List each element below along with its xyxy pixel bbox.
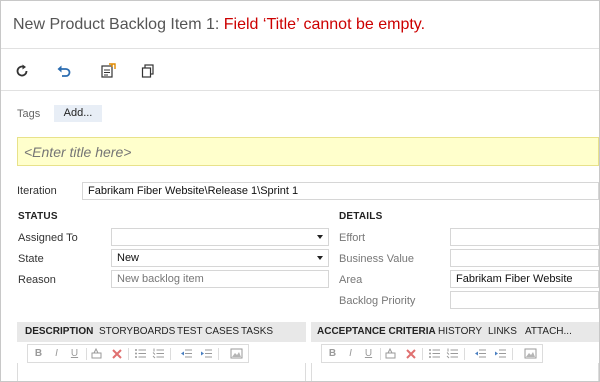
assigned-to-label: Assigned To xyxy=(18,232,78,244)
bold-button[interactable]: B xyxy=(32,347,45,360)
tab-links[interactable]: LINKS xyxy=(488,326,517,337)
insert-image-button[interactable] xyxy=(230,347,243,360)
italic-button[interactable]: I xyxy=(344,347,357,360)
tab-acceptance-criteria[interactable]: ACCEPTANCE CRITERIA xyxy=(317,326,436,337)
numbered-list-icon xyxy=(152,348,164,359)
bullet-list-icon xyxy=(429,349,440,358)
toolbar-divider xyxy=(380,348,381,360)
clear-format-button[interactable] xyxy=(404,347,417,360)
toolbar-divider xyxy=(1,90,599,91)
indent-button[interactable] xyxy=(494,347,507,360)
toolbar-divider xyxy=(512,348,513,360)
description-editor[interactable] xyxy=(17,363,306,381)
highlight-button[interactable] xyxy=(385,347,398,360)
underline-button[interactable]: U xyxy=(68,347,81,360)
title-input[interactable] xyxy=(17,137,599,166)
clear-format-button[interactable] xyxy=(110,347,123,360)
area-field[interactable]: Fabrikam Fiber Website xyxy=(450,270,599,288)
state-dropdown[interactable]: New xyxy=(111,249,329,267)
indent-icon xyxy=(495,349,506,358)
iteration-label: Iteration xyxy=(17,185,57,197)
tab-storyboards[interactable]: STORYBOARDS xyxy=(99,326,175,337)
toolbar-divider xyxy=(86,348,87,360)
undo-icon xyxy=(57,65,71,77)
numbered-list-button[interactable] xyxy=(152,347,165,360)
backlog-priority-field[interactable] xyxy=(450,291,599,309)
state-value: New xyxy=(117,252,140,264)
left-tabstrip: DESCRIPTION STORYBOARDS TEST CASES TASKS xyxy=(17,322,306,342)
tab-test-cases[interactable]: TEST CASES xyxy=(177,326,239,337)
save-and-close-button[interactable] xyxy=(97,60,119,82)
refresh-icon xyxy=(16,64,28,77)
copy-button[interactable] xyxy=(137,60,159,82)
bullet-list-button[interactable] xyxy=(134,347,147,360)
tab-tasks[interactable]: TASKS xyxy=(241,326,273,337)
highlight-icon xyxy=(385,347,396,359)
bold-button[interactable]: B xyxy=(326,347,339,360)
title-divider xyxy=(1,48,599,49)
area-label: Area xyxy=(339,274,363,286)
reason-label: Reason xyxy=(18,274,56,286)
italic-button[interactable]: I xyxy=(50,347,63,360)
copy-icon xyxy=(141,64,154,78)
indent-icon xyxy=(201,349,212,358)
toolbar-divider xyxy=(422,348,423,360)
effort-field[interactable] xyxy=(450,228,599,246)
indent-button[interactable] xyxy=(200,347,213,360)
details-heading: DETAILS xyxy=(339,211,383,222)
numbered-list-button[interactable] xyxy=(446,347,459,360)
form-title-error: Field ‘Title’ cannot be empty. xyxy=(223,16,426,33)
outdent-icon xyxy=(475,349,486,358)
save-icon xyxy=(101,63,116,78)
work-item-form: New Product Backlog Item 1: Field ‘Title… xyxy=(0,0,600,382)
tab-attachments[interactable]: ATTACH... xyxy=(525,326,572,337)
description-editor-toolbar: B I U xyxy=(27,344,249,363)
insert-image-button[interactable] xyxy=(524,347,537,360)
toolbar-divider xyxy=(170,348,171,360)
numbered-list-icon xyxy=(446,348,458,359)
chevron-down-icon xyxy=(317,256,323,260)
acceptance-criteria-editor[interactable] xyxy=(311,363,599,381)
highlight-icon xyxy=(91,347,102,359)
outdent-button[interactable] xyxy=(180,347,193,360)
highlight-button[interactable] xyxy=(91,347,104,360)
add-tag-button[interactable]: Add... xyxy=(54,105,102,122)
iteration-field[interactable]: Fabrikam Fiber Website\Release 1\Sprint … xyxy=(82,182,599,200)
tab-description[interactable]: DESCRIPTION xyxy=(25,326,93,337)
tags-label: Tags xyxy=(17,108,41,120)
image-icon xyxy=(230,348,243,359)
business-value-field[interactable] xyxy=(450,249,599,267)
underline-button[interactable]: U xyxy=(362,347,375,360)
business-value-label: Business Value xyxy=(339,253,415,265)
chevron-down-icon xyxy=(317,235,323,239)
status-heading: STATUS xyxy=(18,211,58,222)
bullet-list-button[interactable] xyxy=(428,347,441,360)
toolbar-divider xyxy=(464,348,465,360)
tab-history[interactable]: HISTORY xyxy=(438,326,482,337)
close-icon xyxy=(405,348,416,359)
form-title: New Product Backlog Item 1: Field ‘Title… xyxy=(13,16,425,34)
acceptance-editor-toolbar: B I U xyxy=(321,344,543,363)
refresh-button[interactable] xyxy=(11,60,33,82)
assigned-to-dropdown[interactable] xyxy=(111,228,329,246)
outdent-icon xyxy=(181,349,192,358)
backlog-priority-label: Backlog Priority xyxy=(339,295,416,307)
toolbar-divider xyxy=(128,348,129,360)
close-icon xyxy=(111,348,122,359)
state-label: State xyxy=(18,253,44,265)
outdent-button[interactable] xyxy=(474,347,487,360)
form-title-prefix: New Product Backlog Item 1: xyxy=(13,16,220,33)
bullet-list-icon xyxy=(135,349,146,358)
effort-label: Effort xyxy=(339,232,366,244)
reason-field[interactable]: New backlog item xyxy=(111,270,329,288)
right-tabstrip: ACCEPTANCE CRITERIA HISTORY LINKS ATTACH… xyxy=(311,322,599,342)
undo-button[interactable] xyxy=(53,60,75,82)
toolbar-divider xyxy=(218,348,219,360)
image-icon xyxy=(524,348,537,359)
